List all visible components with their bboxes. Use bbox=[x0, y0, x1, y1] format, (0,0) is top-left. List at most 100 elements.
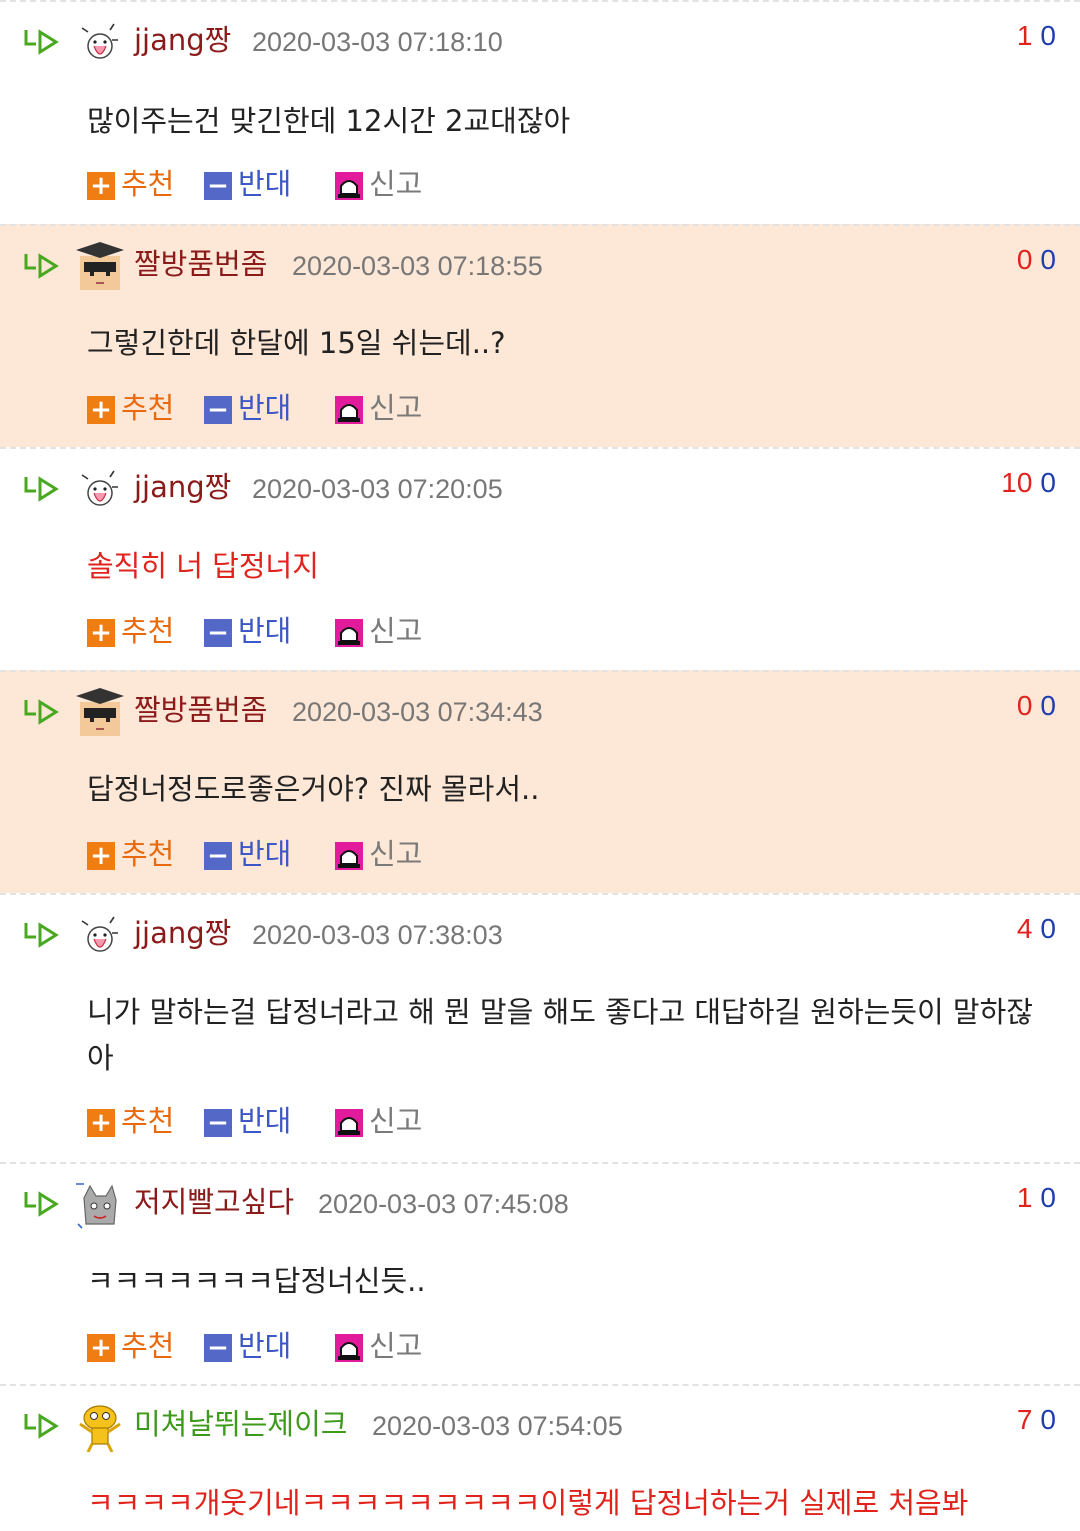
derp-cat-avatar[interactable] bbox=[74, 1178, 126, 1230]
minus-icon: − bbox=[204, 619, 232, 647]
vote-counts: 00 bbox=[1017, 688, 1056, 724]
downvote-count: 0 bbox=[1040, 913, 1056, 944]
downvote-count: 0 bbox=[1040, 244, 1056, 275]
author-nickname[interactable]: jjang짱 bbox=[134, 22, 231, 58]
plus-icon: + bbox=[87, 1109, 115, 1137]
minus-icon: − bbox=[204, 396, 232, 424]
comment-item: 미쳐날뛰는제이크 2020-03-03 07:54:05 7 0 ㅋㅋㅋㅋ개웃기네ㅋㅋㅋ… bbox=[0, 1384, 1080, 1531]
report-label: 신고 bbox=[369, 1329, 423, 1363]
jake-dog-avatar[interactable] bbox=[74, 1400, 126, 1453]
comment-list: jjang짱 2020-03-03 07:18:10 1 0 많이주는건 맞긴한데 12… bbox=[0, 0, 1080, 1531]
report-label: 신고 bbox=[369, 391, 423, 425]
comment-text: 답정너정도로좋은거야? 진짜 몰라서.. bbox=[87, 772, 540, 806]
report-button[interactable]: 신고 bbox=[335, 611, 422, 651]
comment-header: jjang짱 2020-03-03 07:38:03 4 0 bbox=[0, 895, 1080, 975]
graduate-cap-avatar[interactable] bbox=[74, 240, 126, 292]
reply-arrow-icon bbox=[22, 28, 60, 56]
comment-timestamp: 2020-03-03 07:20:05 bbox=[252, 474, 503, 504]
reply-arrow-icon bbox=[22, 921, 60, 949]
oppose-label: 반대 bbox=[238, 614, 292, 648]
upvote-count: 1 bbox=[1016, 1182, 1033, 1213]
comment-header: 저지빨고싶다 2020-03-03 07:45:08 1 0 bbox=[0, 1164, 1080, 1244]
reply-arrow-icon bbox=[22, 1412, 60, 1440]
recommend-button[interactable]: + 추천 bbox=[87, 611, 174, 651]
recommend-label: 추천 bbox=[121, 1329, 175, 1363]
minus-icon: − bbox=[204, 1334, 232, 1362]
oppose-label: 반대 bbox=[238, 1104, 292, 1138]
oppose-label: 반대 bbox=[238, 391, 292, 425]
recommend-label: 추천 bbox=[121, 1104, 175, 1138]
report-button[interactable]: 신고 bbox=[335, 388, 422, 428]
downvote-count: 0 bbox=[1040, 467, 1056, 498]
minus-icon: − bbox=[204, 172, 232, 200]
recommend-label: 추천 bbox=[121, 614, 175, 648]
plus-icon: + bbox=[87, 172, 115, 200]
author-nickname[interactable]: 짤방품번좀 bbox=[134, 246, 267, 282]
reply-arrow-icon bbox=[22, 1190, 60, 1218]
recommend-button[interactable]: + 추천 bbox=[87, 1101, 174, 1141]
comment-timestamp: 2020-03-03 07:34:43 bbox=[292, 697, 543, 727]
vote-counts: 70 bbox=[1017, 1402, 1056, 1438]
minus-icon: − bbox=[204, 1109, 232, 1137]
comment-timestamp: 2020-03-03 07:45:08 bbox=[318, 1189, 569, 1219]
oppose-button[interactable]: − 반대 bbox=[204, 164, 291, 204]
vote-counts: 40 bbox=[1017, 911, 1056, 947]
author-nickname[interactable]: 짤방품번좀 bbox=[134, 692, 267, 728]
comment-text: 많이주는건 맞긴한데 12시간 2교대잖아 bbox=[87, 104, 571, 138]
oppose-button[interactable]: − 반대 bbox=[204, 388, 291, 428]
report-button[interactable]: 신고 bbox=[335, 1101, 422, 1141]
siren-icon bbox=[335, 619, 363, 647]
dog-tongue-avatar[interactable] bbox=[74, 909, 126, 961]
siren-icon bbox=[335, 1334, 363, 1362]
minus-icon: − bbox=[204, 842, 232, 870]
comment-header: 짤방품번좀 2020-03-03 07:18:55 0 0 bbox=[0, 226, 1080, 306]
oppose-label: 반대 bbox=[238, 837, 292, 871]
reply-arrow-icon bbox=[22, 698, 60, 726]
graduate-cap-avatar[interactable] bbox=[74, 686, 126, 738]
report-label: 신고 bbox=[369, 167, 423, 201]
report-button[interactable]: 신고 bbox=[335, 1326, 422, 1366]
downvote-count: 0 bbox=[1040, 1182, 1056, 1213]
oppose-button[interactable]: − 반대 bbox=[204, 1326, 291, 1366]
recommend-label: 추천 bbox=[121, 837, 175, 871]
plus-icon: + bbox=[87, 396, 115, 424]
comment-timestamp: 2020-03-03 07:54:05 bbox=[372, 1411, 623, 1441]
recommend-button[interactable]: + 추천 bbox=[87, 1326, 174, 1366]
recommend-label: 추천 bbox=[121, 167, 175, 201]
vote-counts: 10 bbox=[1017, 18, 1056, 54]
reply-arrow-icon bbox=[22, 252, 60, 280]
recommend-button[interactable]: + 추천 bbox=[87, 388, 174, 428]
report-label: 신고 bbox=[369, 614, 423, 648]
comment-item: 저지빨고싶다 2020-03-03 07:45:08 1 0 ㅋㅋㅋㅋㅋㅋㅋ답정너신듯.… bbox=[0, 1162, 1080, 1384]
comment-header: 짤방품번좀 2020-03-03 07:34:43 0 0 bbox=[0, 672, 1080, 752]
upvote-count: 0 bbox=[1016, 690, 1033, 721]
oppose-button[interactable]: − 반대 bbox=[204, 1101, 291, 1141]
report-button[interactable]: 신고 bbox=[335, 834, 422, 874]
vote-counts: 10 bbox=[1017, 1180, 1056, 1216]
siren-icon bbox=[335, 172, 363, 200]
recommend-button[interactable]: + 추천 bbox=[87, 834, 174, 874]
downvote-count: 0 bbox=[1040, 20, 1056, 51]
report-label: 신고 bbox=[369, 837, 423, 871]
author-nickname[interactable]: 저지빨고싶다 bbox=[134, 1184, 294, 1220]
report-button[interactable]: 신고 bbox=[335, 164, 422, 204]
dog-tongue-avatar[interactable] bbox=[74, 16, 126, 68]
comment-item: 짤방품번좀 2020-03-03 07:18:55 0 0 그렇긴한데 한달에 15일 … bbox=[0, 224, 1080, 447]
recommend-button[interactable]: + 추천 bbox=[87, 164, 174, 204]
downvote-count: 0 bbox=[1040, 690, 1056, 721]
comment-item: jjang짱 2020-03-03 07:18:10 1 0 많이주는건 맞긴한데 12… bbox=[0, 0, 1080, 224]
vote-counts: 00 bbox=[1017, 242, 1056, 278]
comment-text: ㅋㅋㅋㅋ개웃기네ㅋㅋㅋㅋㅋㅋㅋㅋㅋ이렇게 답정너하는거 실제로 처음봐 bbox=[87, 1486, 969, 1520]
oppose-button[interactable]: − 반대 bbox=[204, 611, 291, 651]
author-nickname[interactable]: 미쳐날뛰는제이크 bbox=[134, 1406, 347, 1442]
report-label: 신고 bbox=[369, 1104, 423, 1138]
author-nickname[interactable]: jjang짱 bbox=[134, 915, 231, 951]
oppose-button[interactable]: − 반대 bbox=[204, 834, 291, 874]
comment-text: 그렇긴한데 한달에 15일 쉬는데..? bbox=[87, 326, 506, 360]
plus-icon: + bbox=[87, 619, 115, 647]
dog-tongue-avatar[interactable] bbox=[74, 463, 126, 515]
siren-icon bbox=[335, 396, 363, 424]
upvote-count: 1 bbox=[1016, 20, 1033, 51]
plus-icon: + bbox=[87, 842, 115, 870]
author-nickname[interactable]: jjang짱 bbox=[134, 469, 231, 505]
